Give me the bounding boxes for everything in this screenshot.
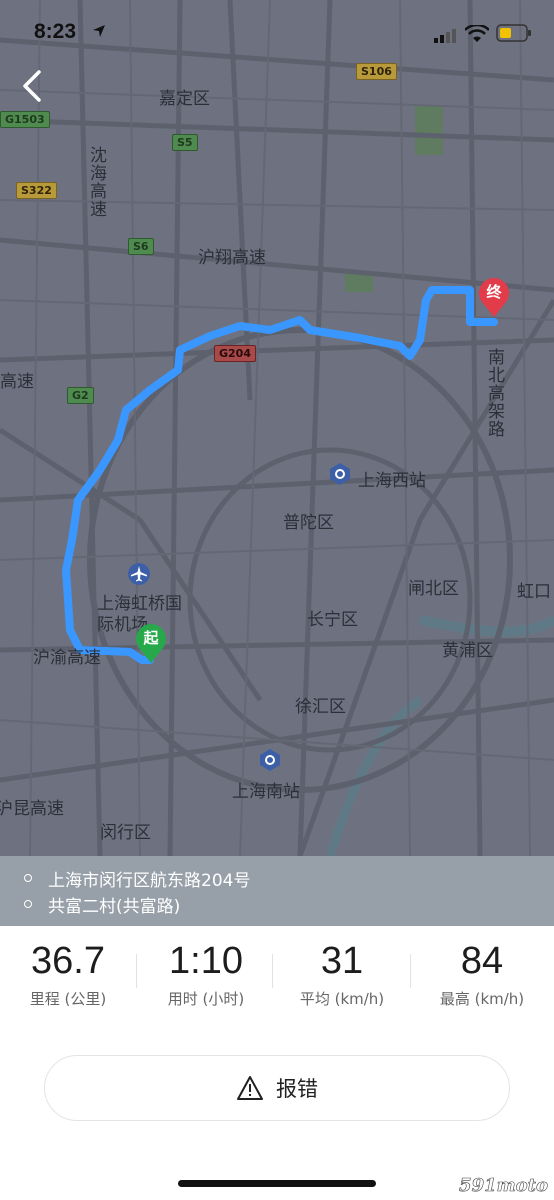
map-roads [0, 0, 554, 856]
district-label: 嘉定区 [159, 89, 210, 109]
chevron-left-icon [23, 70, 41, 102]
district-label: 普陀区 [283, 513, 334, 533]
road-label: 沪翔高速 [198, 248, 266, 268]
divider [136, 954, 137, 988]
divider [410, 954, 411, 988]
airport-icon [128, 563, 150, 585]
stat-label: 里程 (公里) [29, 990, 107, 1008]
stat-max-speed: 84 最高 (km/h) [414, 926, 550, 1026]
report-error-label: 报错 [276, 1077, 318, 1101]
trip-stats: 36.7 里程 (公里) 1:10 用时 (小时) 31 平均 (km/h) 8… [0, 926, 554, 1026]
train-station-icon [260, 749, 280, 771]
stat-value: 31 [320, 940, 364, 982]
train-station-icon [330, 463, 350, 485]
route-map[interactable]: S106 G1503 S5 S322 S6 G204 G2 嘉定区 普陀区 闸北… [0, 0, 554, 856]
end-address-row: 共富二村(共富路) [24, 891, 180, 917]
road-shield: G2 [67, 387, 94, 404]
road-shield: S106 [356, 63, 397, 80]
start-marker-label: 起 [143, 629, 159, 647]
district-label: 闸北区 [408, 579, 459, 599]
end-dot-icon [24, 900, 32, 908]
road-label: 沪昆高速 [0, 799, 64, 819]
district-label: 长宁区 [307, 610, 358, 630]
district-label: 虹口 [517, 582, 551, 602]
start-address: 上海市闵行区航东路204号 [48, 870, 251, 891]
cellular-signal-icon [434, 27, 458, 43]
end-address: 共富二村(共富路) [48, 896, 181, 917]
district-label: 闵行区 [100, 823, 151, 843]
road-label: 南北高架路 [484, 348, 504, 438]
start-dot-icon [24, 874, 32, 882]
end-marker-label: 终 [486, 283, 502, 301]
start-marker[interactable]: 起 [134, 620, 168, 664]
stat-label: 平均 (km/h) [299, 990, 385, 1008]
warning-icon [237, 1076, 263, 1100]
road-shield: S5 [172, 134, 198, 151]
stat-value: 1:10 [169, 940, 243, 982]
road-label: 沈海高速 [86, 146, 106, 218]
watermark: 591moto [459, 1175, 549, 1197]
address-panel: 上海市闵行区航东路204号 共富二村(共富路) [0, 856, 554, 926]
status-bar: 8:23 [0, 0, 554, 62]
home-indicator [178, 1180, 376, 1187]
road-label: 沪渝高速 [33, 648, 101, 668]
station-label: 上海西站 [358, 471, 426, 491]
road-shield: G204 [214, 345, 256, 362]
end-marker[interactable]: 终 [477, 274, 511, 318]
stat-value: 36.7 [31, 940, 105, 982]
district-label: 黄浦区 [442, 641, 493, 661]
stat-average-speed: 31 平均 (km/h) [274, 926, 410, 1026]
district-label: 徐汇区 [295, 697, 346, 717]
stat-value: 84 [460, 940, 504, 982]
location-arrow-icon [92, 24, 106, 38]
stat-distance: 36.7 里程 (公里) [0, 926, 136, 1026]
road-shield: S322 [16, 182, 57, 199]
report-error-button[interactable]: 报错 [44, 1055, 510, 1121]
divider [272, 954, 273, 988]
back-button[interactable] [14, 64, 54, 108]
stat-duration: 1:10 用时 (小时) [138, 926, 274, 1026]
road-shield: G1503 [0, 111, 50, 128]
road-label: 高速 [0, 372, 34, 392]
road-shield: S6 [128, 238, 154, 255]
status-time: 8:23 [34, 20, 77, 43]
battery-icon [496, 24, 532, 42]
start-address-row: 上海市闵行区航东路204号 [24, 865, 250, 891]
stat-label: 用时 (小时) [167, 990, 245, 1008]
stat-label: 最高 (km/h) [439, 990, 525, 1008]
wifi-icon [464, 23, 490, 43]
station-label: 上海南站 [232, 782, 300, 802]
